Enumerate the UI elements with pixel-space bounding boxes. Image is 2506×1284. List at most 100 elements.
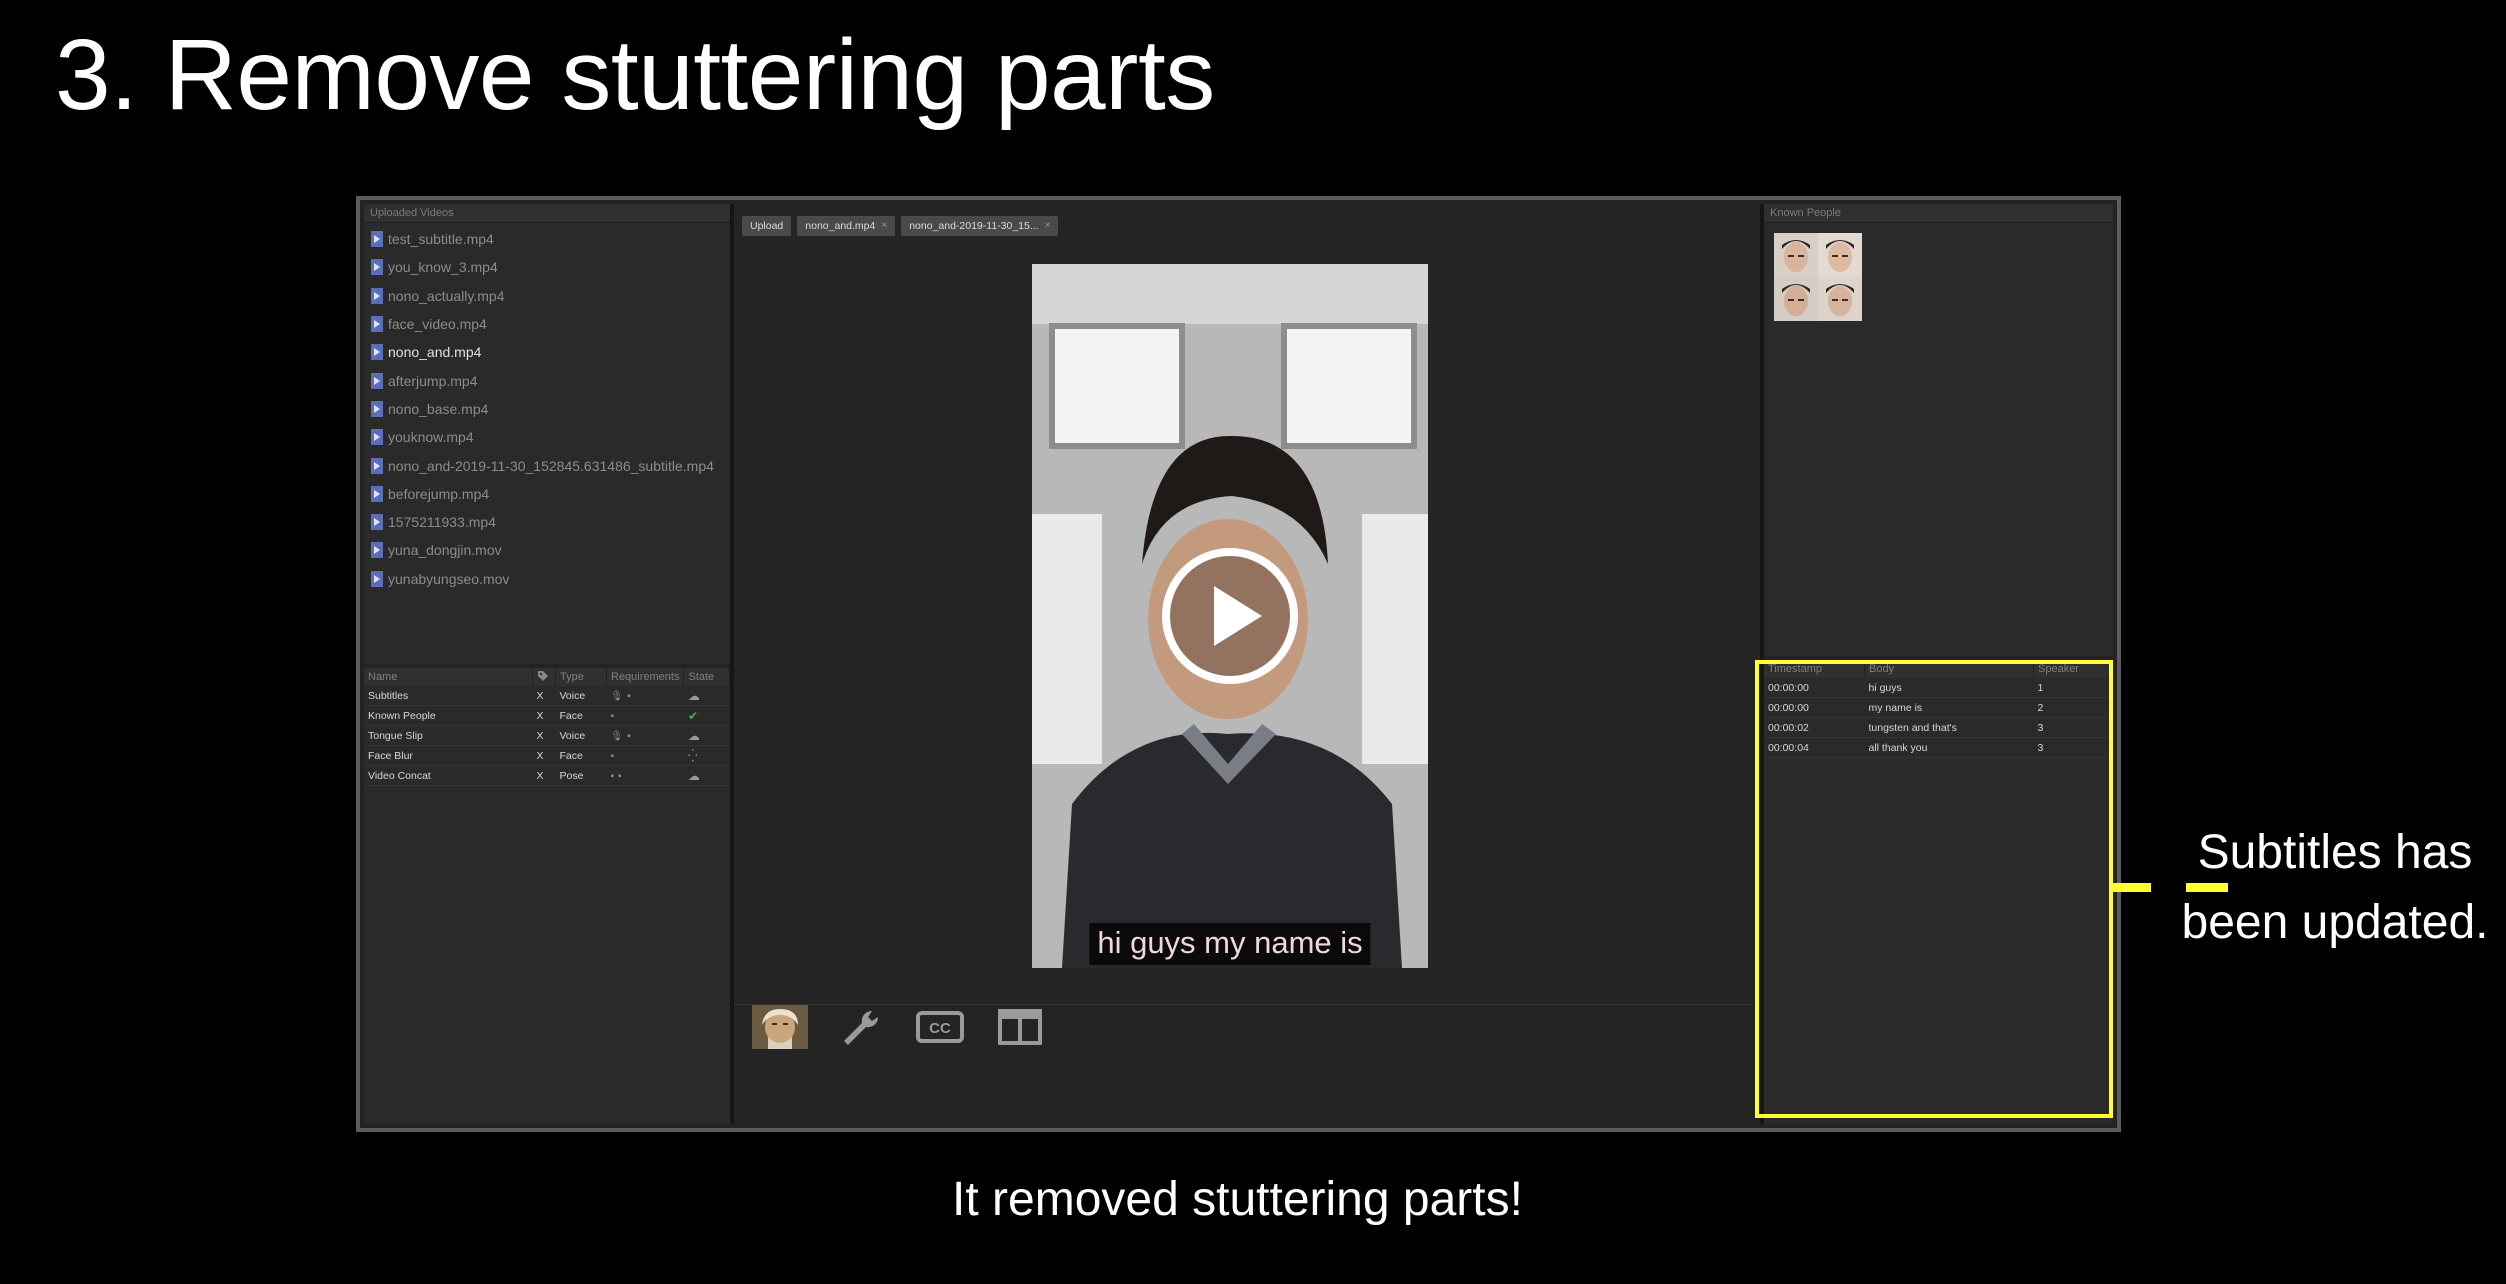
video-file-name: nono_and-2019-11-30_152845.631486_subtit…	[388, 457, 714, 474]
video-list: test_subtitle.mp4 you_know_3.mp4 nono_ac…	[364, 223, 730, 593]
plugins-table: Name Type Requirements State Subtitles X…	[364, 668, 730, 786]
wrench-icon[interactable]	[832, 1005, 888, 1049]
video-file-name: beforejump.mp4	[388, 485, 490, 502]
plugin-requirements: ▪	[606, 745, 684, 766]
plugin-state: ☁	[683, 686, 730, 706]
tab-nono-and[interactable]: nono_and.mp4 ×	[797, 216, 896, 236]
plugin-row[interactable]: Subtitles X Voice 🎙▪ ☁	[364, 686, 730, 706]
plugin-name: Subtitles	[364, 686, 533, 706]
video-list-item[interactable]: yuna_dongjin.mov	[370, 536, 730, 564]
video-file-icon	[371, 316, 383, 333]
column-header-type[interactable]: Type	[555, 668, 607, 686]
play-icon[interactable]	[1160, 546, 1300, 686]
video-file-icon	[371, 400, 383, 417]
column-header-body[interactable]: Body	[1864, 660, 2034, 678]
subtitle-row[interactable]: 00:00:00 my name is 2	[1764, 697, 2113, 718]
video-file-icon	[371, 457, 383, 474]
tab-bar: Upload nono_and.mp4 × nono_and-2019-11-3…	[742, 216, 1059, 236]
video-file-icon	[371, 429, 383, 446]
tab-label: nono_and.mp4	[805, 220, 876, 232]
column-header-speaker[interactable]: Speaker	[2033, 660, 2113, 678]
tag-column-icon	[532, 668, 556, 686]
svg-text:CC: CC	[929, 1020, 951, 1037]
video-file-name: afterjump.mp4	[388, 372, 478, 389]
close-icon[interactable]: ×	[881, 216, 887, 236]
plugin-remove[interactable]: X	[532, 725, 556, 746]
callout-line: been updated.	[2181, 896, 2489, 949]
tab-nono-and-subtitle[interactable]: nono_and-2019-11-30_15... ×	[901, 216, 1059, 236]
split-view-icon[interactable]	[992, 1005, 1048, 1049]
plugin-row[interactable]: Known People X Face ▪ ✔	[364, 705, 730, 726]
video-file-icon	[371, 372, 383, 389]
video-file-icon	[371, 542, 383, 559]
known-people-panel: Known People	[1764, 204, 2113, 656]
player-toolbar: CC	[752, 1005, 1048, 1049]
subtitle-row[interactable]: 00:00:02 tungsten and that's 3	[1764, 717, 2113, 738]
plugin-row[interactable]: Video Concat X Pose ▪▪ ☁	[364, 765, 730, 786]
subtitle-timestamp: 00:00:04	[1764, 737, 1865, 758]
video-list-item[interactable]: youknow.mp4	[370, 423, 730, 451]
close-icon[interactable]: ×	[1045, 216, 1051, 236]
uploaded-videos-header: Uploaded Videos	[364, 204, 730, 223]
video-list-item[interactable]: test_subtitle.mp4	[370, 225, 730, 253]
plugin-state: ☁	[683, 725, 730, 746]
face-thumbnail[interactable]	[1818, 277, 1862, 321]
plugin-requirements: 🎙▪	[606, 725, 684, 746]
plugin-type: Pose	[555, 765, 607, 786]
video-file-name: test_subtitle.mp4	[388, 231, 494, 248]
video-file-name: face_video.mp4	[388, 316, 487, 333]
upload-button[interactable]: Upload	[742, 216, 792, 236]
video-list-item[interactable]: you_know_3.mp4	[370, 253, 730, 281]
video-file-icon	[371, 259, 383, 276]
video-file-name: yuna_dongjin.mov	[388, 542, 502, 559]
video-list-item[interactable]: beforejump.mp4	[370, 480, 730, 508]
video-player[interactable]: hi guys my name is	[1032, 264, 1428, 968]
video-file-icon	[371, 485, 383, 502]
uploaded-videos-panel: Uploaded Videos test_subtitle.mp4 you_kn…	[364, 204, 730, 664]
subtitle-overlay: hi guys my name is	[1089, 923, 1371, 965]
plugin-row[interactable]: Tongue Slip X Voice 🎙▪ ☁	[364, 725, 730, 746]
video-list-item[interactable]: nono_and-2019-11-30_152845.631486_subtit…	[370, 451, 730, 479]
column-header-timestamp[interactable]: Timestamp	[1764, 660, 1865, 678]
portrait-thumbnail-icon[interactable]	[752, 1005, 808, 1049]
face-thumbnail[interactable]	[1774, 277, 1818, 321]
plugin-remove[interactable]: X	[532, 705, 556, 726]
video-list-item[interactable]: nono_actually.mp4	[370, 282, 730, 310]
tab-label: nono_and-2019-11-30_15...	[909, 220, 1039, 232]
video-file-name: nono_actually.mp4	[388, 287, 505, 304]
plugin-type: Face	[555, 705, 607, 726]
plugin-remove[interactable]: X	[532, 686, 556, 706]
video-file-icon	[371, 570, 383, 587]
face-thumbnail[interactable]	[1774, 233, 1818, 277]
known-people-grid	[1774, 233, 2113, 321]
plugin-name: Video Concat	[364, 765, 533, 786]
subtitle-timestamp: 00:00:00	[1764, 697, 1865, 718]
slide-title: 3. Remove stuttering parts	[55, 19, 1215, 131]
column-header-state[interactable]: State	[683, 668, 730, 686]
video-list-item-selected[interactable]: nono_and.mp4	[370, 338, 730, 366]
column-header-name[interactable]: Name	[364, 668, 533, 686]
column-header-requirements[interactable]: Requirements	[606, 668, 685, 686]
video-file-icon	[371, 514, 383, 531]
plugin-row[interactable]: Face Blur X Face ▪ ⁛	[364, 745, 730, 766]
video-list-item[interactable]: face_video.mp4	[370, 310, 730, 338]
plugin-name: Tongue Slip	[364, 725, 533, 746]
subtitle-row[interactable]: 00:00:04 all thank you 3	[1764, 737, 2113, 758]
plugin-type: Face	[555, 745, 607, 766]
closed-captions-icon[interactable]: CC	[912, 1005, 968, 1049]
video-list-item[interactable]: 1575211933.mp4	[370, 508, 730, 536]
video-list-item[interactable]: yunabyungseo.mov	[370, 565, 730, 593]
plugin-remove[interactable]: X	[532, 745, 556, 766]
plugin-remove[interactable]: X	[532, 765, 556, 786]
plugin-requirements: ▪▪	[606, 765, 684, 786]
video-file-name: 1575211933.mp4	[388, 514, 496, 531]
video-list-item[interactable]: afterjump.mp4	[370, 366, 730, 394]
subtitle-row[interactable]: 00:00:00 hi guys 1	[1764, 678, 2113, 698]
cloud-icon: ☁	[687, 768, 700, 783]
subtitle-timestamp: 00:00:02	[1764, 717, 1865, 738]
plugin-type: Voice	[555, 725, 607, 746]
video-file-name: you_know_3.mp4	[388, 259, 498, 276]
video-list-item[interactable]: nono_base.mp4	[370, 395, 730, 423]
plugins-panel: Name Type Requirements State Subtitles X…	[364, 668, 730, 1124]
face-thumbnail[interactable]	[1818, 233, 1862, 277]
